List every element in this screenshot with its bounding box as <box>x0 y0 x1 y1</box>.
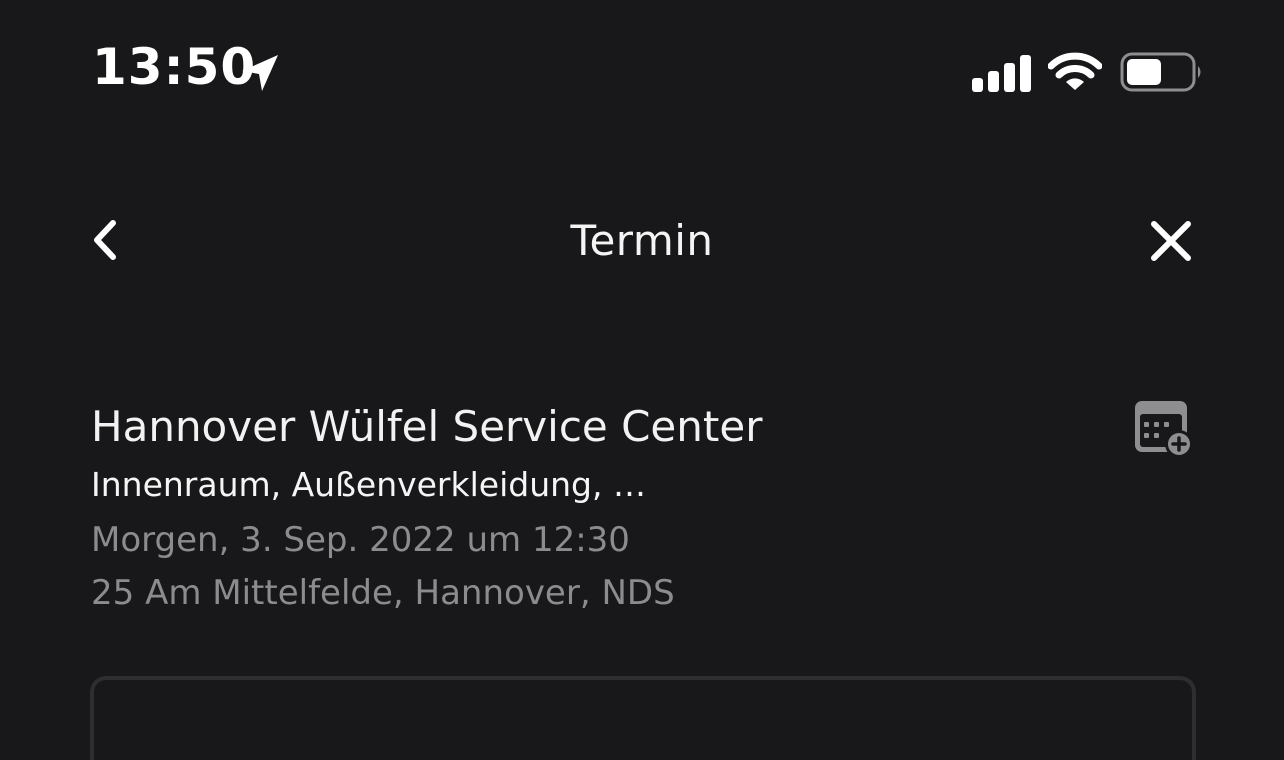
appointment-details: Hannover Wülfel Service Center Innenraum… <box>91 398 1201 620</box>
page-title: Termin <box>570 216 714 265</box>
appointment-datetime: Morgen, 3. Sep. 2022 um 12:30 <box>91 520 630 560</box>
location-arrow-icon <box>242 55 278 91</box>
cellular-signal-icon <box>972 55 1031 92</box>
service-center-name: Hannover Wülfel Service Center <box>91 402 763 451</box>
battery-icon <box>1120 52 1201 92</box>
calendar-add-icon <box>1135 401 1193 458</box>
details-card <box>90 676 1196 760</box>
service-items: Innenraum, Außenverkleidung, … <box>91 465 646 504</box>
close-icon <box>1151 221 1191 261</box>
add-to-calendar-button[interactable] <box>1132 398 1194 460</box>
wifi-icon <box>1048 52 1102 90</box>
status-bar: 13:50 <box>0 0 1284 140</box>
close-button[interactable] <box>1138 208 1204 272</box>
status-time: 13:50 <box>92 38 257 96</box>
service-center-address: 25 Am Mittelfelde, Hannover, NDS <box>91 573 675 613</box>
navigation-bar: Termin <box>0 200 1284 280</box>
